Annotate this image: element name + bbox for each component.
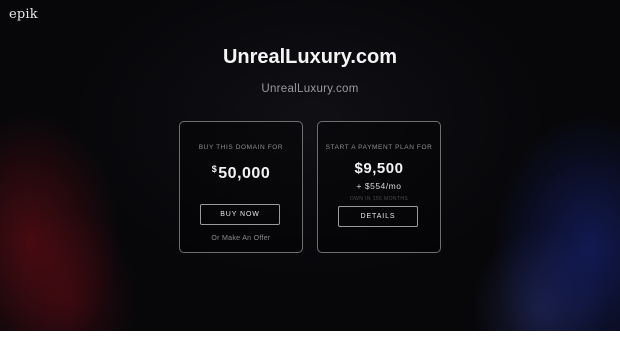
plan-monthly-price: + $554/mo — [356, 181, 402, 191]
buy-now-button[interactable]: BUY NOW — [200, 204, 280, 225]
payment-plan-card: START A PAYMENT PLAN FOR $9,500 + $554/m… — [317, 121, 441, 253]
plan-card-label: START A PAYMENT PLAN FOR — [325, 144, 433, 151]
buy-domain-card: BUY THIS DOMAIN FOR $50,000 BUY NOW Or M… — [179, 121, 303, 253]
epik-logo[interactable]: epik — [9, 7, 38, 22]
plan-price: $9,500 — [354, 160, 404, 177]
buy-card-label: BUY THIS DOMAIN FOR — [198, 144, 284, 151]
plan-duration-note: OWN IN 156 MONTHS — [349, 196, 409, 202]
page-bottom-strip — [0, 331, 620, 343]
currency-symbol: $ — [211, 164, 218, 174]
domain-title: UnrealLuxury.com — [222, 46, 398, 68]
details-button[interactable]: DETAILS — [338, 206, 418, 227]
buy-price: $50,000 — [180, 164, 302, 183]
make-offer-link[interactable]: Or Make An Offer — [180, 235, 302, 242]
domain-subtitle: UnrealLuxury.com — [261, 83, 359, 95]
buy-price-amount: 50,000 — [218, 165, 271, 182]
landing-page: epik UnrealLuxury.com UnrealLuxury.com B… — [0, 0, 620, 331]
